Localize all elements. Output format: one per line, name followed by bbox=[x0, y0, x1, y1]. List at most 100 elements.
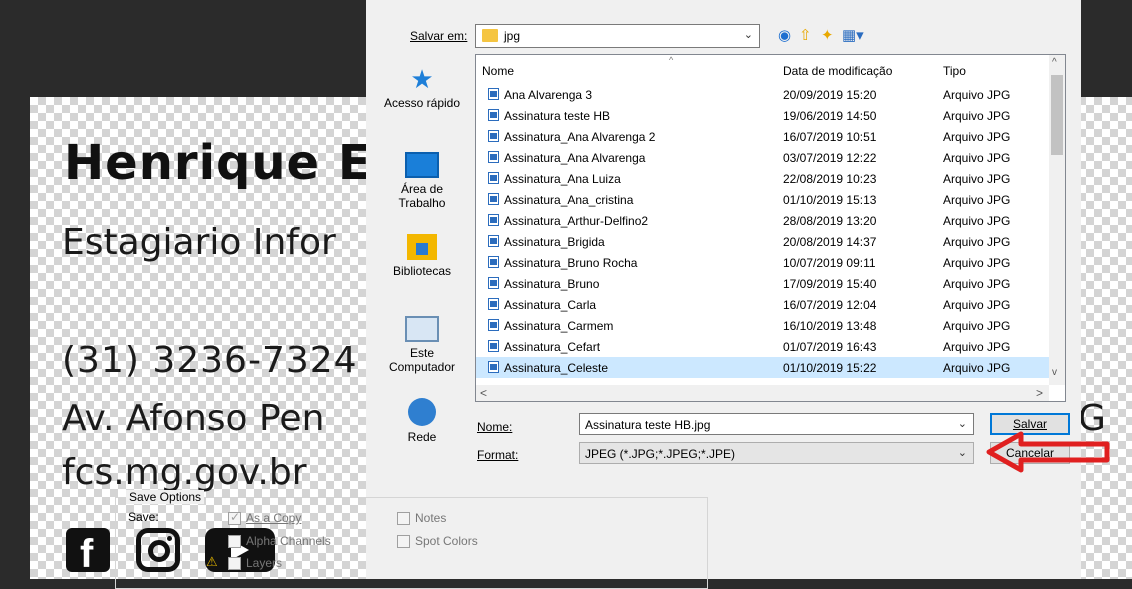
file-row[interactable]: Assinatura_Carla 16/07/2019 12:04 Arquivo … bbox=[476, 294, 1051, 315]
file-row[interactable]: Assinatura_Cefart 01/07/2019 16:43 Arquivo… bbox=[476, 336, 1051, 357]
format-value: JPEG (*.JPG;*.JPEG;*.JPE) bbox=[585, 447, 736, 461]
alpha-channels-label: Alpha Channels bbox=[246, 534, 331, 548]
up-folder-icon[interactable]: ⇧ bbox=[799, 28, 812, 44]
file-date: 20/09/2019 15:20 bbox=[783, 88, 877, 102]
vertical-scrollbar[interactable]: ^ v bbox=[1049, 55, 1065, 385]
save-in-dropdown[interactable]: jpg ⌄ bbox=[475, 24, 760, 48]
jpg-file-icon bbox=[488, 214, 499, 226]
annotation-arrow bbox=[986, 431, 1110, 473]
place-libraries[interactable]: Bibliotecas bbox=[374, 234, 470, 278]
signature-address: Av. Afonso Pen bbox=[62, 398, 325, 439]
save-options-title: Save Options bbox=[126, 490, 205, 504]
file-row[interactable]: Assinatura_Bruno 17/09/2019 15:40 Arquivo … bbox=[476, 273, 1051, 294]
file-date: 20/08/2019 14:37 bbox=[783, 235, 877, 249]
scroll-up-icon[interactable]: ^ bbox=[1052, 57, 1057, 68]
star-icon: ★ bbox=[410, 64, 434, 94]
notes-label: Notes bbox=[415, 511, 447, 525]
file-type: Arquivo JPG bbox=[943, 193, 1011, 207]
as-a-copy-label: As a Copy bbox=[246, 511, 302, 525]
file-row[interactable]: Assinatura_Ana_cristina 01/10/2019 15:13 A… bbox=[476, 189, 1051, 210]
file-name: Assinatura_Ana Alvarenga 2 bbox=[504, 130, 656, 144]
file-name: Assinatura_Carmem bbox=[504, 319, 614, 333]
place-desktop[interactable]: Área de Trabalho bbox=[374, 152, 470, 210]
place-network[interactable]: Rede bbox=[374, 398, 470, 444]
scrollbar-thumb[interactable] bbox=[1051, 75, 1063, 155]
jpg-file-icon bbox=[488, 109, 499, 121]
layers-checkbox[interactable] bbox=[228, 557, 241, 570]
file-row[interactable]: Assinatura_Arthur-Delfino2 28/08/2019 13:… bbox=[476, 210, 1051, 231]
file-name: Assinatura_Ana Luiza bbox=[504, 172, 621, 186]
file-type: Arquivo JPG bbox=[943, 256, 1011, 270]
file-row[interactable]: Assinatura_Bruno Rocha 10/07/2019 09:11 Ar… bbox=[476, 252, 1051, 273]
file-name: Ana Alvarenga 3 bbox=[504, 88, 593, 102]
signature-name: Henrique E bbox=[64, 135, 372, 191]
place-label: Acesso rápido bbox=[383, 96, 461, 110]
file-row[interactable]: Ana Alvarenga 3 20/09/2019 15:20 Arquivo J… bbox=[476, 84, 1051, 105]
jpg-file-icon bbox=[488, 340, 499, 352]
file-date: 01/10/2019 15:13 bbox=[783, 193, 877, 207]
file-row[interactable]: Assinatura_Ana Luiza 22/08/2019 10:23 Arqu… bbox=[476, 168, 1051, 189]
file-type: Arquivo JPG bbox=[943, 319, 1011, 333]
scroll-left-icon[interactable]: < bbox=[480, 386, 487, 400]
place-this-pc[interactable]: Este Computador bbox=[374, 316, 470, 374]
computer-icon bbox=[405, 316, 439, 342]
file-row[interactable]: Assinatura_Carmem 16/10/2019 13:48 Arquivo… bbox=[476, 315, 1051, 336]
file-row[interactable]: Assinatura_Ana Alvarenga 03/07/2019 12:22… bbox=[476, 147, 1051, 168]
filename-input[interactable]: Assinatura teste HB.jpg ⌄ bbox=[579, 413, 974, 435]
column-header-date[interactable]: Data de modificação bbox=[783, 64, 892, 78]
jpg-file-icon bbox=[488, 151, 499, 163]
file-name: Assinatura_Bruno bbox=[504, 277, 600, 291]
signature-role: Estagiario Infor bbox=[62, 222, 336, 263]
file-date: 22/08/2019 10:23 bbox=[783, 172, 877, 186]
file-row[interactable]: Assinatura_Ana Alvarenga 2 16/07/2019 10:… bbox=[476, 126, 1051, 147]
file-type: Arquivo JPG bbox=[943, 88, 1011, 102]
notes-checkbox[interactable] bbox=[397, 512, 410, 525]
file-name: Assinatura_Carla bbox=[504, 298, 597, 312]
place-quick-access[interactable]: ★ Acesso rápido bbox=[374, 66, 470, 110]
save-as-dialog: Salvar em: jpg ⌄ ◉ ⇧ ✦ ▦▾ ★ Acesso rápid… bbox=[366, 0, 1081, 579]
file-type: Arquivo JPG bbox=[943, 151, 1011, 165]
column-header-type[interactable]: Tipo bbox=[943, 64, 966, 78]
file-name: Assinatura_Brigida bbox=[504, 235, 605, 249]
network-icon bbox=[408, 398, 436, 426]
filename-label: Nome: bbox=[477, 420, 513, 434]
file-date: 01/10/2019 15:22 bbox=[783, 361, 877, 375]
facebook-icon: f bbox=[66, 528, 110, 576]
scroll-right-icon[interactable]: > bbox=[1036, 386, 1043, 400]
spot-colors-checkbox[interactable] bbox=[397, 535, 410, 548]
format-dropdown[interactable]: JPEG (*.JPG;*.JPEG;*.JPE) ⌄ bbox=[579, 442, 974, 464]
file-list[interactable]: ^ Nome Data de modificação Tipo Ana Alva… bbox=[475, 54, 1066, 402]
folder-icon bbox=[482, 29, 498, 42]
file-type: Arquivo JPG bbox=[943, 361, 1011, 375]
as-a-copy-checkbox[interactable] bbox=[228, 510, 241, 525]
file-row[interactable]: Assinatura_Brigida 20/08/2019 14:37 Arquiv… bbox=[476, 231, 1051, 252]
file-list-header: ^ Nome Data de modificação Tipo bbox=[476, 55, 1051, 81]
place-label: Rede bbox=[407, 430, 437, 444]
new-folder-icon[interactable]: ✦ bbox=[821, 28, 834, 44]
file-type: Arquivo JPG bbox=[943, 235, 1011, 249]
file-row[interactable]: Assinatura teste HB 19/06/2019 14:50 Arqui… bbox=[476, 105, 1051, 126]
back-icon[interactable]: ◉ bbox=[778, 28, 791, 44]
alpha-channels-checkbox[interactable] bbox=[228, 535, 241, 548]
column-header-name[interactable]: Nome bbox=[482, 64, 514, 78]
view-menu-icon[interactable]: ▦▾ bbox=[842, 28, 864, 44]
horizontal-scrollbar[interactable]: < > bbox=[476, 385, 1049, 401]
jpg-file-icon bbox=[488, 277, 499, 289]
jpg-file-icon bbox=[488, 361, 499, 373]
file-date: 01/07/2019 16:43 bbox=[783, 340, 877, 354]
format-label: Format: bbox=[477, 448, 519, 462]
file-name: Assinatura_Ana Alvarenga bbox=[504, 151, 646, 165]
file-type: Arquivo JPG bbox=[943, 109, 1011, 123]
file-row[interactable]: Assinatura_Celeste 01/10/2019 15:22 Arquiv… bbox=[476, 357, 1051, 378]
jpg-file-icon bbox=[488, 235, 499, 247]
sort-ascending-icon: ^ bbox=[669, 55, 674, 65]
file-type: Arquivo JPG bbox=[943, 298, 1011, 312]
chevron-down-icon[interactable]: ⌄ bbox=[958, 417, 967, 430]
file-type: Arquivo JPG bbox=[943, 130, 1011, 144]
spot-colors-label: Spot Colors bbox=[415, 534, 478, 548]
file-name: Assinatura_Cefart bbox=[504, 340, 601, 354]
filename-value: Assinatura teste HB.jpg bbox=[585, 418, 711, 432]
chevron-down-icon: ⌄ bbox=[957, 447, 967, 459]
file-name: Assinatura_Arthur-Delfino2 bbox=[504, 214, 649, 228]
scroll-down-icon[interactable]: v bbox=[1052, 367, 1057, 378]
